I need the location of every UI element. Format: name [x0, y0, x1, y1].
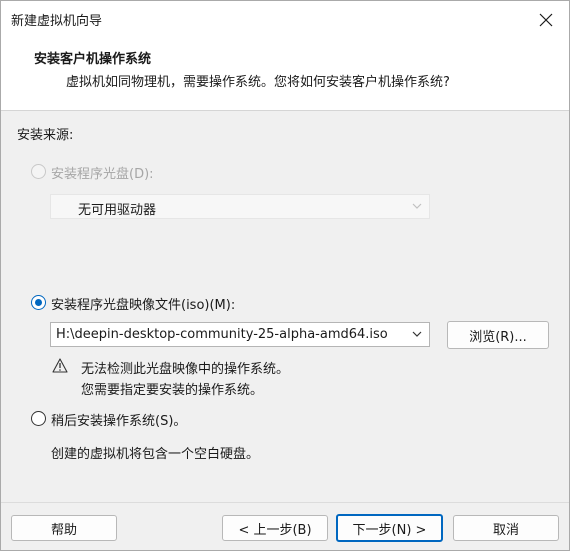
drive-select-value: 无可用驱动器: [78, 203, 157, 218]
new-vm-wizard-dialog: 新建虚拟机向导 安装客户机操作系统 虚拟机如同物理机，需要操作系统。您将如何安装…: [0, 0, 570, 551]
cancel-button[interactable]: 取消: [453, 515, 559, 541]
warning-text-line1: 无法检测此光盘映像中的操作系统。: [81, 362, 290, 377]
iso-path-value: H:\deepin-desktop-community-25-alpha-amd…: [56, 327, 388, 342]
page-title: 安装客户机操作系统: [34, 52, 152, 67]
warning-text-line2: 您需要指定要安装的操作系统。: [81, 383, 264, 398]
chevron-down-icon: [412, 203, 422, 209]
warning-icon: [52, 358, 68, 373]
install-later-description: 创建的虚拟机将包含一个空白硬盘。: [51, 447, 260, 462]
help-button[interactable]: 帮助: [11, 515, 117, 541]
footer-divider: [1, 502, 569, 503]
back-button[interactable]: < 上一步(B): [222, 515, 328, 541]
window-title: 新建虚拟机向导: [11, 14, 103, 29]
close-icon: [539, 13, 553, 26]
install-later-label: 稍后安装操作系统(S)。: [51, 414, 187, 429]
wizard-header: 安装客户机操作系统 虚拟机如同物理机，需要操作系统。您将如何安装客户机操作系统?: [1, 38, 569, 111]
iso-radio[interactable]: [31, 295, 46, 310]
iso-option-label: 安装程序光盘映像文件(iso)(M):: [51, 298, 236, 313]
browse-button[interactable]: 浏览(R)...: [447, 321, 549, 349]
disc-option-label: 安装程序光盘(D):: [51, 167, 154, 182]
disc-radio[interactable]: [31, 164, 46, 179]
install-later-radio[interactable]: [31, 411, 46, 426]
page-subtitle: 虚拟机如同物理机，需要操作系统。您将如何安装客户机操作系统?: [66, 75, 450, 90]
close-button[interactable]: [523, 1, 569, 38]
drive-select[interactable]: 无可用驱动器: [50, 194, 430, 219]
iso-path-combobox[interactable]: H:\deepin-desktop-community-25-alpha-amd…: [50, 322, 430, 347]
install-source-label: 安装来源:: [17, 128, 74, 143]
title-bar: 新建虚拟机向导: [1, 1, 569, 38]
chevron-down-icon: [412, 331, 422, 337]
wizard-content: 安装来源: 安装程序光盘(D): 无可用驱动器 安装程序光盘映像文件(iso)(…: [1, 112, 569, 502]
next-button[interactable]: 下一步(N) >: [336, 514, 443, 542]
